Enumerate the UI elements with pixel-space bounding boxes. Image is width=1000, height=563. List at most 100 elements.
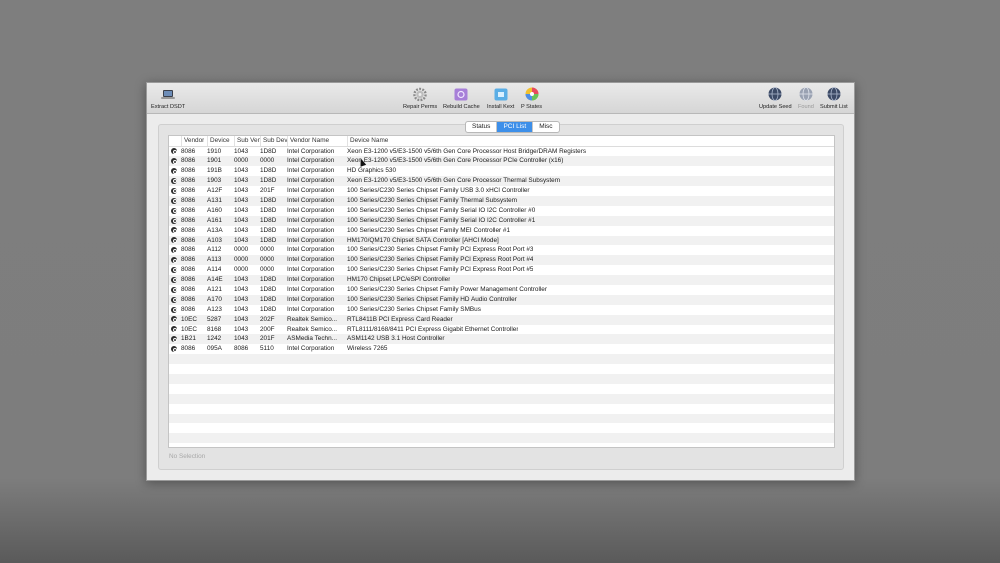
sub-vendor-cell: 1043 [234,216,249,224]
sub-vendor-cell: 1043 [234,295,249,303]
p-states-button[interactable]: P States [521,87,542,110]
cache-icon [454,87,468,101]
update-seed-button[interactable]: Update Seed [759,87,792,110]
table-row[interactable]: 8086 A113 0000 0000 Intel Corporation 100 Ser… [169,255,834,266]
column-header-vendor-name[interactable]: Vendor Name [287,136,343,146]
column-header-icon[interactable] [171,136,179,146]
vendor-cell: 8086 [181,256,196,264]
sub-vendor-cell: 1043 [234,196,249,204]
device-cell: A113 [207,256,222,264]
tab-status[interactable]: Status [466,122,498,132]
empty-row[interactable] [169,433,834,444]
device-name-cell: 100 Series/C230 Series Chipset Family US… [347,187,530,195]
table-row[interactable]: 8086 1910 1043 1D8D Intel Corporation Xeon E3… [169,147,834,157]
found-button[interactable]: Found [798,87,814,110]
update-seed-label: Update Seed [759,104,792,110]
column-header-vendor[interactable]: Vendor [181,136,204,146]
table-row[interactable]: 8086 A161 1043 1D8D Intel Corporation 100 Ser… [169,215,834,226]
table-row[interactable]: 1B21 1242 1043 201F ASMedia Techn... ASM1142 … [169,334,834,345]
device-name-cell: HD Graphics 530 [347,167,397,175]
device-name-cell: 100 Series/C230 Series Chipset Family SM… [347,305,481,313]
table-row[interactable]: 8086 A103 1043 1D8D Intel Corporation HM170/Q… [169,235,834,246]
pci-table[interactable]: Vendor Device Sub Ven Sub Dev Vendor Nam… [168,135,835,448]
sub-device-cell: 0000 [260,246,275,254]
rebuild-cache-button[interactable]: Rebuild Cache [443,87,480,110]
vendor-name-cell: Intel Corporation [287,246,335,254]
tab-misc[interactable]: Misc [533,122,558,132]
sub-device-cell: 200F [260,325,275,333]
table-row[interactable]: 8086 A12F 1043 201F Intel Corporation 100 Ser… [169,186,834,196]
table-row[interactable]: 10EC 8168 1043 200F Realtek Semico... RTL8111… [169,325,834,335]
table-row[interactable]: 8086 191B 1043 1D8D Intel Corporation HD Grap… [169,166,834,176]
sub-vendor-cell: 1043 [234,335,249,343]
column-header-sub-vendor[interactable]: Sub Ven [234,136,261,146]
table-row[interactable]: 8086 A131 1043 1D8D Intel Corporation 100 Ser… [169,195,834,206]
device-name-cell: ASM1142 USB 3.1 Host Controller [347,335,445,343]
sub-device-cell: 1D8D [260,295,277,303]
device-name-cell: Xeon E3-1200 v5/E3-1500 v5/6th Gen Core … [347,147,587,155]
column-header-device-name[interactable]: Device Name [347,136,388,146]
table-row[interactable]: 8086 A13A 1043 1D8D Intel Corporation 100 Ser… [169,226,834,236]
submit-list-button[interactable]: Submit List [820,87,848,110]
content-panel: Status PCI List Misc Vendor Device Sub V… [158,121,844,470]
device-name-cell: 100 Series/C230 Series Chipset Family Po… [347,285,547,293]
table-row[interactable]: 8086 A170 1043 1D8D Intel Corporation 100 Ser… [169,294,834,305]
vendor-cell: 8086 [181,147,196,155]
empty-row[interactable] [169,364,834,374]
column-header-sub-device[interactable]: Sub Dev [260,136,288,146]
table-row[interactable]: 8086 A14E 1043 1D8D Intel Corporation HM170 C… [169,275,834,285]
empty-row[interactable] [169,404,834,414]
device-cell: 5287 [207,315,222,323]
device-cell: A14E [207,276,223,284]
color-wheel-icon [525,87,539,101]
empty-row[interactable] [169,373,834,384]
device-cell: A131 [207,196,222,204]
device-cell: 1910 [207,147,222,155]
empty-row[interactable] [169,423,834,433]
install-kext-label: Install Kext [487,104,515,110]
sub-vendor-cell: 0000 [234,266,249,274]
vendor-name-cell: ASMedia Techn... [287,335,337,343]
sub-vendor-cell: 1043 [234,187,249,195]
table-row[interactable]: 8086 A114 0000 0000 Intel Corporation 100 Ser… [169,265,834,275]
empty-row[interactable] [169,384,834,394]
globe-icon [827,87,841,101]
sub-device-cell: 5110 [260,345,274,353]
repair-perms-button[interactable]: Repair Perms [403,87,437,110]
table-row[interactable]: 8086 095A 8086 5110 Intel Corporation Wireles… [169,344,834,354]
empty-row[interactable] [169,354,834,365]
table-row[interactable]: 8086 A112 0000 0000 Intel Corporation 100 Ser… [169,245,834,255]
extract-dsdt-button[interactable]: Extract DSDT [151,87,185,110]
vendor-cell: 8086 [181,345,196,353]
vendor-cell: 8086 [181,157,196,165]
sub-device-cell: 201F [260,187,275,195]
install-kext-button[interactable]: Install Kext [487,87,514,110]
tab-bar: Status PCI List Misc [465,121,560,133]
sub-device-cell: 1D8D [260,216,277,224]
table-row[interactable]: 8086 1901 0000 0000 Intel Corporation Xeon E3… [169,156,834,167]
vendor-name-cell: Intel Corporation [287,285,335,293]
sub-vendor-cell: 0000 [234,246,249,254]
table-row[interactable]: 10EC 5287 1043 202F Realtek Semico... RTL8411… [169,314,834,325]
tab-pci-list[interactable]: PCI List [497,122,534,132]
table-row[interactable]: 8086 A160 1043 1D8D Intel Corporation 100 Ser… [169,206,834,216]
vendor-cell: 1B21 [181,335,196,343]
sub-device-cell: 0000 [260,266,275,274]
table-row[interactable]: 8086 A121 1043 1D8D Intel Corporation 100 Ser… [169,285,834,295]
empty-row[interactable] [169,413,834,424]
device-name-cell: 100 Series/C230 Series Chipset Family Se… [347,206,536,214]
gear-icon [413,87,427,101]
vendor-cell: 8086 [181,216,196,224]
empty-row[interactable] [169,393,834,404]
vendor-name-cell: Intel Corporation [287,226,335,234]
sub-device-cell: 1D8D [260,196,277,204]
sub-vendor-cell: 1043 [234,285,249,293]
extract-dsdt-label: Extract DSDT [151,104,186,110]
device-cell: A123 [207,305,222,313]
table-row[interactable]: 8086 A123 1043 1D8D Intel Corporation 100 Ser… [169,305,834,315]
sub-vendor-cell: 1043 [234,206,249,214]
column-header-device[interactable]: Device [207,136,230,146]
vendor-name-cell: Intel Corporation [287,157,335,165]
table-row[interactable]: 8086 1903 1043 1D8D Intel Corporation Xeon E3… [169,176,834,187]
device-name-cell: 100 Series/C230 Series Chipset Family PC… [347,256,534,264]
